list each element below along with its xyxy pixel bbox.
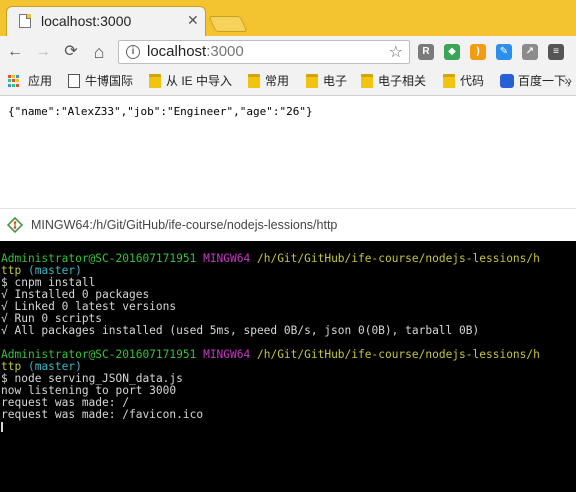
extension-icon[interactable]: ↗ <box>522 44 538 60</box>
bookmark-niubo[interactable]: 牛博国际 <box>85 74 133 88</box>
browser-tab[interactable]: localhost:3000 ✕ <box>6 6 206 36</box>
folder-icon <box>149 74 161 88</box>
apps-icon <box>8 75 20 87</box>
page-viewport: {"name":"AlexZ33","job":"Engineer","age"… <box>0 96 576 208</box>
page-favicon-icon <box>19 14 31 28</box>
terminal-body[interactable]: Administrator@SC-201607171951 MINGW64 /h… <box>0 241 576 492</box>
prompt-path: /h/Git/GitHub/ife-course/nodejs-lessions… <box>256 348 540 361</box>
extension-icon[interactable]: ✎ <box>496 44 512 60</box>
home-button[interactable]: ⌂ <box>88 41 110 63</box>
back-button[interactable]: ← <box>4 41 26 63</box>
reload-button[interactable]: ⟳ <box>60 41 82 63</box>
address-bar[interactable]: i localhost:3000 ☆ <box>118 40 410 64</box>
extension-icon[interactable]: ) <box>470 44 486 60</box>
bookmark-code[interactable]: 代码 <box>460 74 484 88</box>
json-response-text: {"name":"AlexZ33","job":"Engineer","age"… <box>8 105 313 118</box>
bookmarks-more-chevron-icon[interactable]: » <box>564 72 572 88</box>
git-bash-icon <box>7 217 23 233</box>
reload-icon: ⟳ <box>64 43 78 60</box>
site-info-icon[interactable]: i <box>126 45 140 59</box>
back-arrow-icon: ← <box>7 43 23 60</box>
browser-tab-strip: localhost:3000 ✕ <box>0 0 576 36</box>
output-line: √ All packages installed (used 5ms, spee… <box>1 324 480 337</box>
url-host: localhost <box>147 43 207 60</box>
folder-icon <box>306 74 318 88</box>
browser-toolbar: ← → ⟳ ⌂ i localhost:3000 ☆ R ◆) ✎ ↗ ≡ <box>0 36 576 68</box>
forward-arrow-icon: → <box>35 43 51 60</box>
new-tab-button[interactable] <box>208 16 248 32</box>
prompt-env: MINGW64 <box>203 252 251 265</box>
prompt-env: MINGW64 <box>203 348 251 361</box>
bookmark-apps[interactable]: 应用 <box>28 74 52 88</box>
url-text[interactable]: localhost:3000 <box>147 43 244 60</box>
bookmarks-bar: 应用 牛博国际 从 IE 中导入 常用 电子 电子相关 代码 🐾 百度一下， » <box>0 68 576 96</box>
bookmark-common[interactable]: 常用 <box>265 74 289 88</box>
bookmark-star-icon[interactable]: ☆ <box>389 42 403 62</box>
bookmark-import-ie[interactable]: 从 IE 中导入 <box>166 74 232 88</box>
prompt-path: /h/Git/GitHub/ife-course/nodejs-lessions… <box>256 252 540 265</box>
bookmark-electronics-related[interactable]: 电子相关 <box>378 74 426 88</box>
bookmark-electronics[interactable]: 电子 <box>323 74 347 88</box>
extension-icon[interactable]: R <box>418 44 434 60</box>
home-icon: ⌂ <box>93 42 105 62</box>
baidu-paw-icon: 🐾 <box>500 74 514 88</box>
folder-icon <box>361 74 373 88</box>
extension-icon[interactable]: ≡ <box>548 44 564 60</box>
terminal-title: MINGW64:/h/Git/GitHub/ife-course/nodejs-… <box>31 218 338 232</box>
page-icon <box>68 74 80 88</box>
output-line: request was made: /favicon.ico <box>1 408 204 421</box>
terminal-titlebar[interactable]: MINGW64:/h/Git/GitHub/ife-course/nodejs-… <box>0 208 576 241</box>
forward-button[interactable]: → <box>32 41 54 63</box>
extension-icon[interactable]: ◆ <box>444 44 460 60</box>
close-tab-icon[interactable]: ✕ <box>187 12 199 28</box>
tab-title: localhost:3000 <box>41 13 132 29</box>
url-port: :3000 <box>206 43 244 60</box>
folder-icon <box>443 74 455 88</box>
terminal-cursor <box>1 422 3 432</box>
folder-icon <box>248 74 260 88</box>
